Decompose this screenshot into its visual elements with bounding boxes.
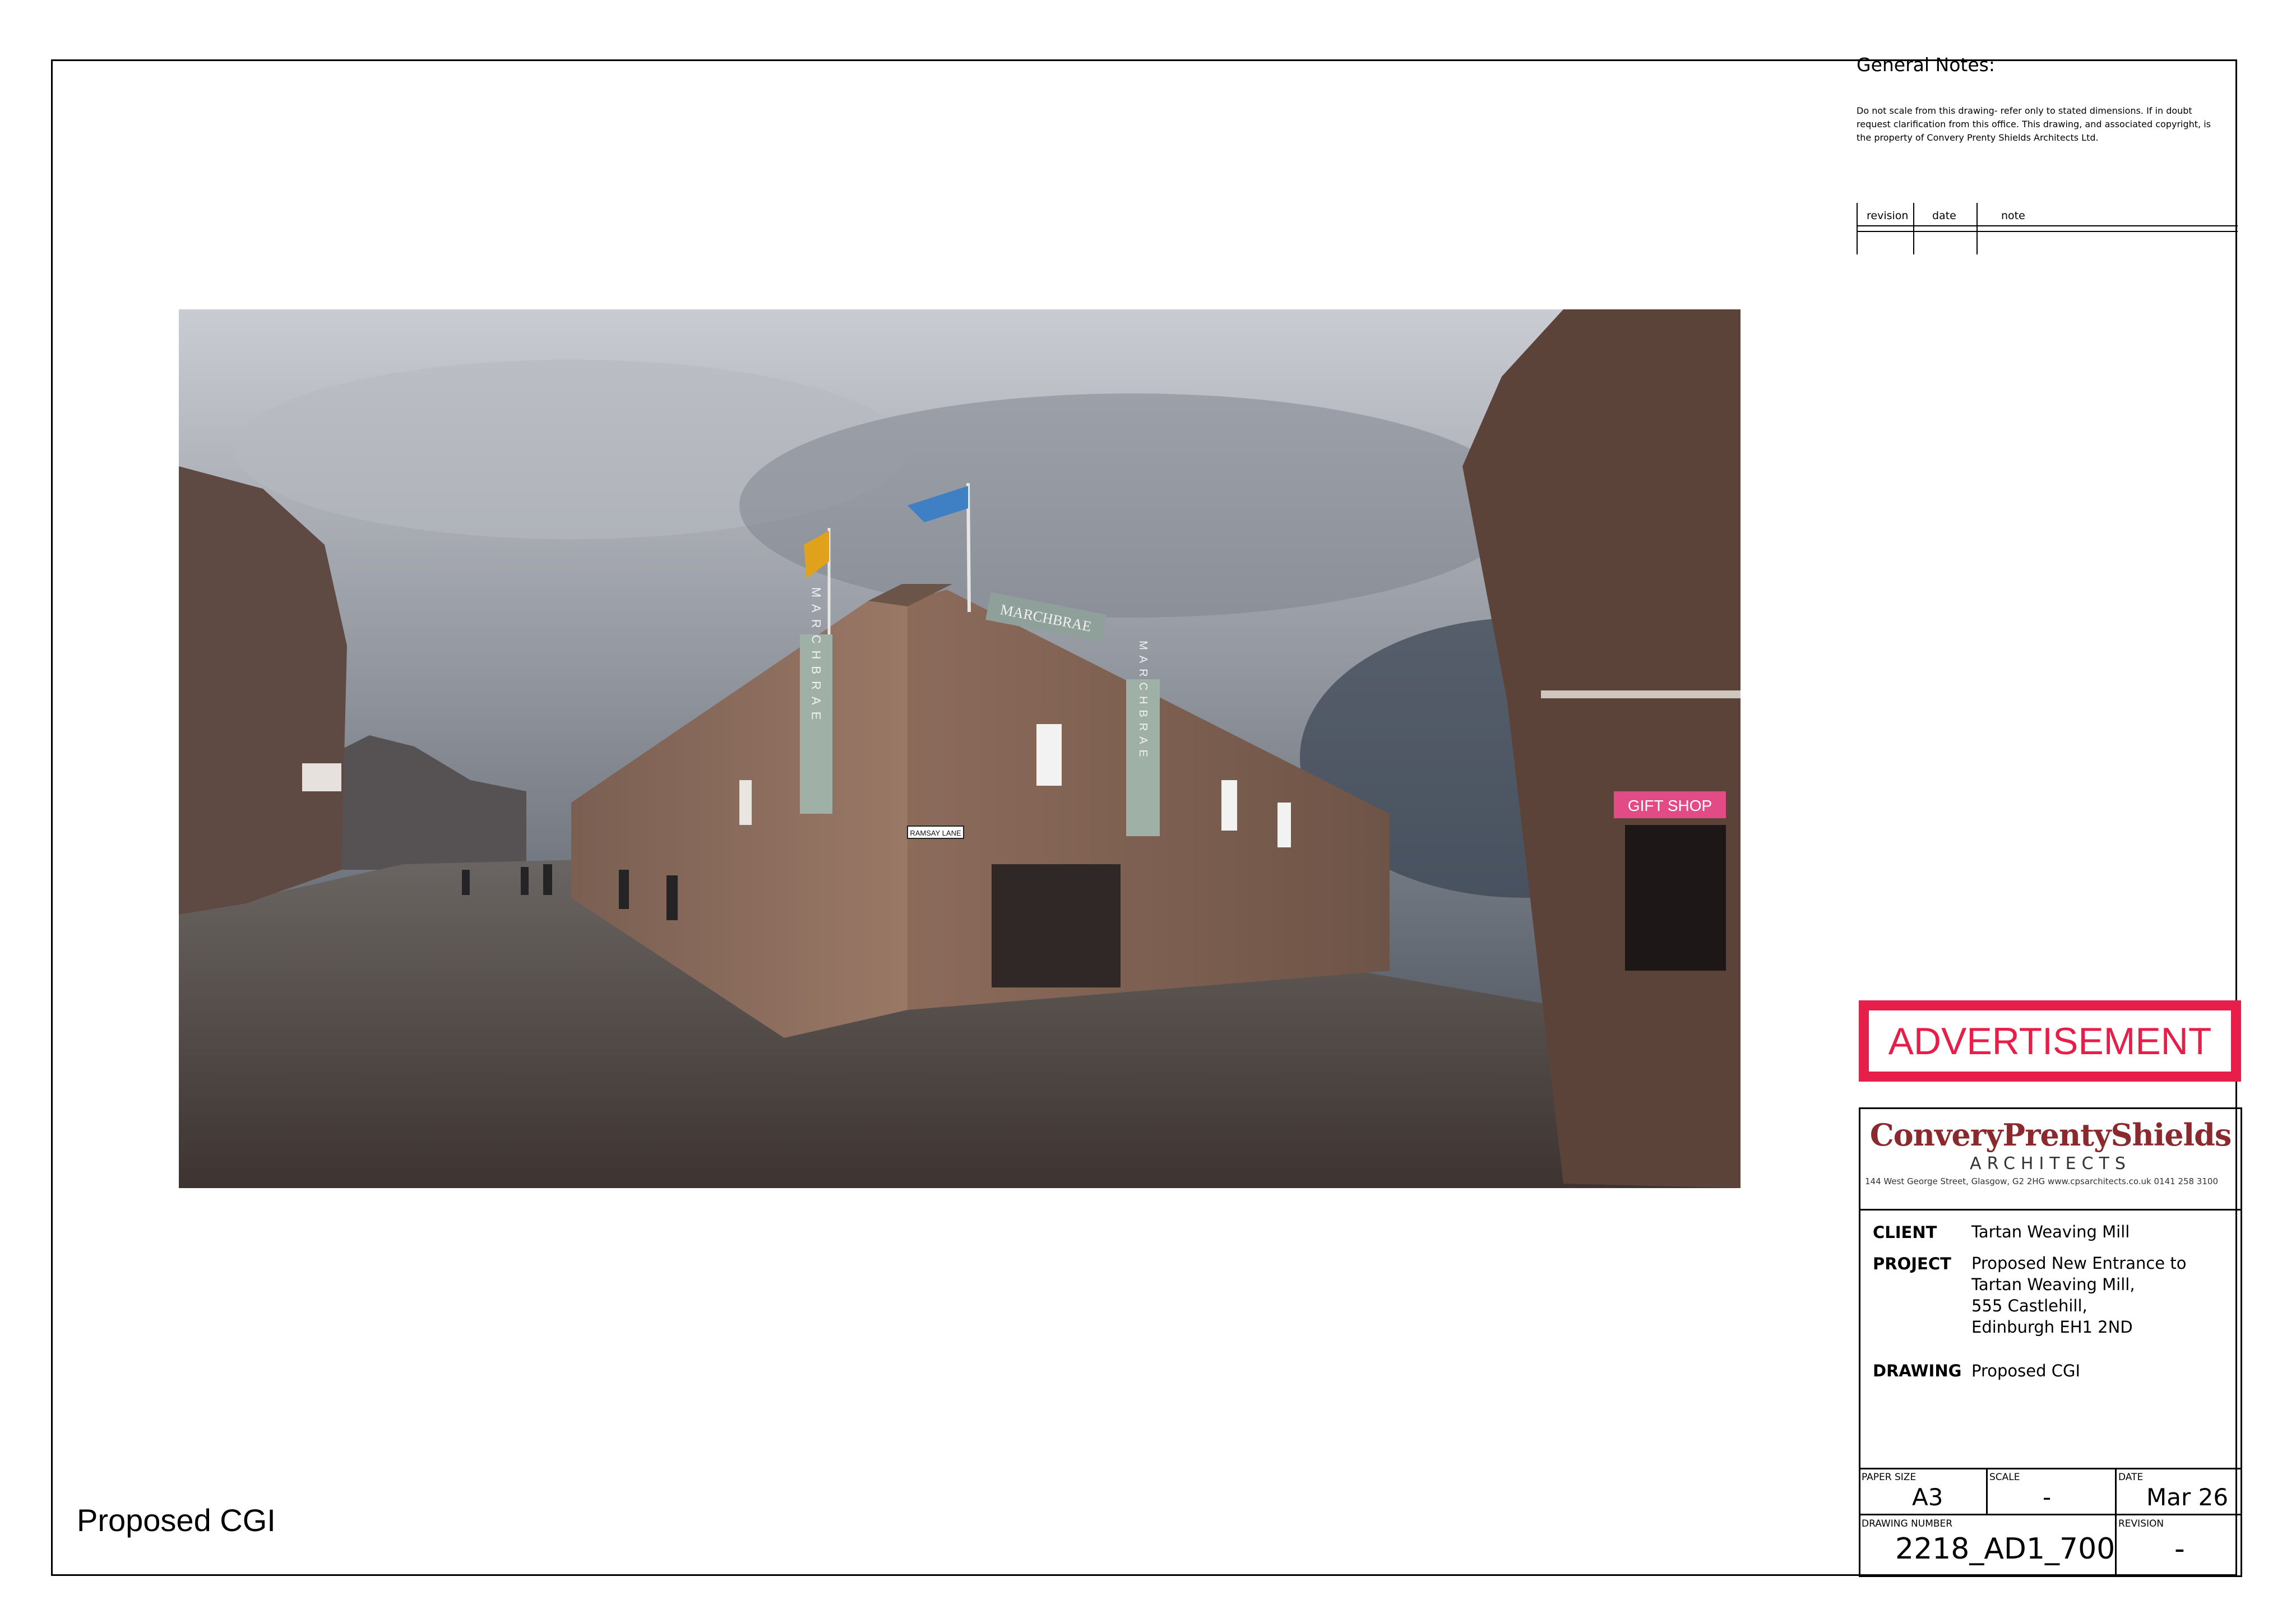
title-block: ConveryPrentyShields ARCHITECTS 144 West… xyxy=(1859,1107,2242,1577)
general-notes-heading: General Notes: xyxy=(1857,54,1995,76)
revision-table: revision date note xyxy=(1857,203,2238,254)
client-value: Tartan Weaving Mill xyxy=(1971,1222,2130,1241)
client-label: CLIENT xyxy=(1873,1223,1937,1242)
date-label: DATE xyxy=(2118,1472,2144,1483)
project-line-3: 555 Castlehill, xyxy=(1971,1296,2087,1315)
company-logo-subtitle: ARCHITECTS xyxy=(1970,1154,2131,1174)
project-line-4: Edinburgh EH1 2ND xyxy=(1971,1318,2133,1337)
date-value: Mar 26 xyxy=(2146,1483,2229,1511)
project-line-2: Tartan Weaving Mill, xyxy=(1971,1275,2135,1294)
revision-label: REVISION xyxy=(2118,1518,2164,1529)
note-col-header: note xyxy=(2001,210,2025,222)
advertisement-label: ADVERTISEMENT xyxy=(1869,1010,2231,1072)
street-sign-text: RAMSAY LANE xyxy=(910,829,961,837)
sheet-title: Proposed CGI xyxy=(77,1503,276,1538)
company-address: 144 West George Street, Glasgow, G2 2HG … xyxy=(1865,1176,2219,1186)
drawing-number-value: 2218_AD1_700 xyxy=(1895,1532,2116,1566)
revision-value: - xyxy=(2174,1532,2185,1566)
drawing-value: Proposed CGI xyxy=(1971,1361,2081,1380)
banner-left-text: MARCHBRAE xyxy=(809,587,823,727)
drawing-label: DRAWING xyxy=(1873,1361,1962,1380)
gift-shop-doorway xyxy=(1625,825,1726,971)
revision-col-header: revision xyxy=(1867,210,1909,222)
scale-value: - xyxy=(2043,1483,2052,1511)
project-label: PROJECT xyxy=(1873,1254,1951,1273)
proposed-cgi-image: MARCHBRAE MARCHBRAE MARCHBRAE RAMSAY LAN… xyxy=(179,309,1740,1188)
drawing-number-label: DRAWING NUMBER xyxy=(1862,1518,1953,1529)
paper-size-value: A3 xyxy=(1912,1483,1943,1511)
proposed-entrance-door xyxy=(992,864,1121,987)
company-logo: ConveryPrentyShields xyxy=(1869,1117,2232,1153)
scale-label: SCALE xyxy=(1989,1472,2020,1483)
paper-size-label: PAPER SIZE xyxy=(1862,1472,1917,1483)
gift-shop-sign-text: GIFT SHOP xyxy=(1628,797,1712,814)
general-notes-text: Do not scale from this drawing- refer on… xyxy=(1857,105,2211,143)
advertisement-box: ADVERTISEMENT xyxy=(1859,1000,2241,1082)
date-col-header: date xyxy=(1932,210,1956,222)
banner-right-text: MARCHBRAE xyxy=(1137,641,1149,763)
project-line-1: Proposed New Entrance to xyxy=(1971,1254,2187,1273)
